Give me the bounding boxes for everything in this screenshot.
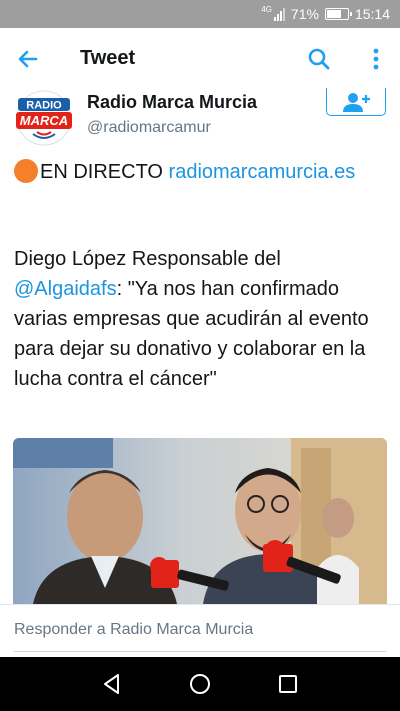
page-title: Tweet xyxy=(80,47,136,69)
live-dot-icon xyxy=(14,159,38,183)
nav-home-icon[interactable] xyxy=(186,670,214,698)
system-nav-bar xyxy=(0,657,400,711)
tweet-text: Diego López Responsable del @Algaidafs: … xyxy=(14,244,390,394)
app-bar: Tweet xyxy=(0,28,400,88)
battery-percent: 71% xyxy=(290,6,319,22)
tweet-text-intro: Diego López Responsable del xyxy=(14,248,281,270)
status-bar: 4G 71% 15:14 xyxy=(0,0,400,28)
add-user-icon xyxy=(343,92,370,112)
network-type: 4G xyxy=(261,4,272,14)
tweet-photo[interactable] xyxy=(13,438,387,604)
author-name[interactable]: Radio Marca Murcia xyxy=(87,92,257,113)
back-arrow-icon[interactable] xyxy=(14,45,42,73)
reply-input[interactable]: Responder a Radio Marca Murcia xyxy=(14,621,253,639)
live-line: EN DIRECTO radiomarcamurcia.es xyxy=(14,158,355,186)
reply-bar: Responder a Radio Marca Murcia xyxy=(0,604,400,657)
live-prefix: EN DIRECTO xyxy=(40,161,163,183)
status-icons: 4G 71% 15:14 xyxy=(261,0,390,28)
author-handle[interactable]: @radiomarcamur xyxy=(87,119,211,137)
search-icon[interactable] xyxy=(305,45,333,73)
nav-back-icon[interactable] xyxy=(98,670,126,698)
signal-icon xyxy=(273,7,285,21)
follow-button[interactable] xyxy=(326,88,386,116)
avatar-text-bottom: MARCA xyxy=(20,113,68,128)
clock: 15:14 xyxy=(354,6,390,22)
battery-icon xyxy=(324,8,352,20)
mention-link[interactable]: @Algaidafs xyxy=(14,278,117,300)
more-vert-icon[interactable] xyxy=(362,45,390,73)
reply-underline xyxy=(14,651,386,652)
nav-recents-icon[interactable] xyxy=(274,670,302,698)
live-link[interactable]: radiomarcamurcia.es xyxy=(169,161,356,183)
avatar-text-top: RADIO xyxy=(26,100,62,112)
avatar[interactable]: RADIO MARCA xyxy=(13,90,75,146)
